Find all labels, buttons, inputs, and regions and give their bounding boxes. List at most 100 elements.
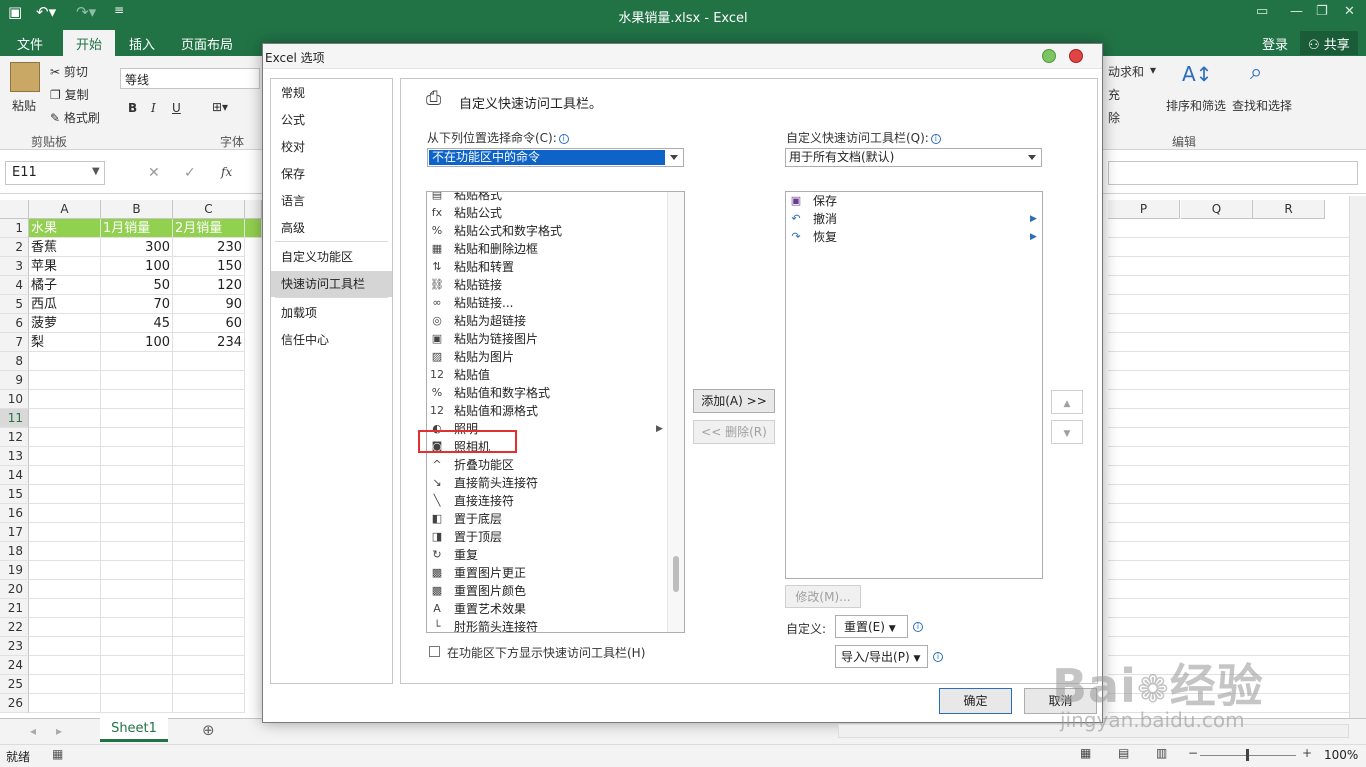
grid-row-right[interactable] <box>1108 409 1349 428</box>
commands-scrollbar-thumb[interactable] <box>673 556 679 592</box>
command-item[interactable]: 12 粘贴值和源格式 <box>427 402 665 420</box>
command-item[interactable]: ↻ 重复 <box>427 546 665 564</box>
table-cell[interactable]: 120 <box>173 276 245 295</box>
add-sheet-icon[interactable]: ⊕ <box>202 721 215 739</box>
command-item[interactable]: ⇅ 粘贴和转置 <box>427 258 665 276</box>
table-cell[interactable] <box>101 371 173 390</box>
table-cell[interactable] <box>173 428 245 447</box>
customize-qat-dropdown[interactable]: 用于所有文档(默认) <box>785 148 1042 167</box>
table-cell[interactable] <box>173 599 245 618</box>
table-cell[interactable] <box>29 409 101 428</box>
table-cell[interactable] <box>173 504 245 523</box>
table-cell[interactable] <box>173 637 245 656</box>
table-cell[interactable] <box>101 561 173 580</box>
table-cell[interactable]: 50 <box>101 276 173 295</box>
table-cell[interactable] <box>101 618 173 637</box>
table-cell[interactable]: 橘子 <box>29 276 101 295</box>
table-cell[interactable]: 70 <box>101 295 173 314</box>
nav-item-0[interactable]: 常规 <box>271 80 392 106</box>
font-name-input[interactable]: 等线 <box>120 68 260 89</box>
row-header[interactable]: 15 <box>0 485 29 504</box>
sort-filter-label[interactable]: 排序和筛选 <box>1166 97 1226 114</box>
column-header[interactable] <box>245 200 262 219</box>
column-header[interactable]: C <box>173 200 245 219</box>
grid-row-right[interactable] <box>1108 447 1349 466</box>
cancel-formula-icon[interactable]: ✕ <box>148 165 160 181</box>
underline-button[interactable]: U <box>172 101 181 115</box>
row-header[interactable]: 24 <box>0 656 29 675</box>
table-cell[interactable] <box>101 656 173 675</box>
header-cell[interactable] <box>245 219 262 238</box>
table-cell[interactable] <box>29 352 101 371</box>
row-header[interactable]: 2 <box>0 238 29 257</box>
nav-item-3[interactable]: 保存 <box>271 161 392 187</box>
command-item[interactable]: ▩ 重置图片更正 <box>427 564 665 582</box>
table-cell[interactable] <box>29 580 101 599</box>
column-header[interactable]: R <box>1253 200 1325 219</box>
grid-row-right[interactable] <box>1108 428 1349 447</box>
table-cell[interactable] <box>101 428 173 447</box>
row-header[interactable]: 17 <box>0 523 29 542</box>
command-item[interactable]: % 粘贴公式和数字格式 <box>427 222 665 240</box>
table-cell[interactable]: 90 <box>173 295 245 314</box>
table-cell[interactable] <box>29 428 101 447</box>
table-cell[interactable]: 苹果 <box>29 257 101 276</box>
scroll-right-icon[interactable]: ▸ <box>56 724 62 738</box>
clear-button[interactable]: 除 <box>1108 109 1120 126</box>
macro-record-icon[interactable]: ▦ <box>52 747 63 761</box>
dialog-help-icon[interactable] <box>1042 49 1056 63</box>
row-header[interactable]: 10 <box>0 390 29 409</box>
enter-formula-icon[interactable]: ✓ <box>184 165 196 181</box>
paste-label[interactable]: 粘贴 <box>12 97 36 114</box>
nav-item-5[interactable]: 高级 <box>271 215 392 241</box>
command-item[interactable]: ▨ 粘贴为图片 <box>427 348 665 366</box>
row-header[interactable]: 26 <box>0 694 29 713</box>
find-select-label[interactable]: 查找和选择 <box>1232 97 1292 114</box>
ribbon-options-icon[interactable]: ▭ <box>1256 4 1268 19</box>
row-header[interactable]: 19 <box>0 561 29 580</box>
row-header[interactable]: 7 <box>0 333 29 352</box>
table-cell[interactable] <box>173 618 245 637</box>
command-item[interactable]: A 重置艺术效果 <box>427 600 665 618</box>
table-cell[interactable] <box>101 390 173 409</box>
table-cell[interactable] <box>173 409 245 428</box>
command-item[interactable]: % 粘贴值和数字格式 <box>427 384 665 402</box>
table-cell[interactable] <box>29 656 101 675</box>
command-item[interactable]: ▩ 重置图片颜色 <box>427 582 665 600</box>
copy-button[interactable]: ❐ 复制 <box>50 86 89 103</box>
table-cell[interactable]: 梨 <box>29 333 101 352</box>
border-icon[interactable]: ⊞▾ <box>212 100 228 114</box>
grid-row-right[interactable] <box>1108 371 1349 390</box>
format-painter-button[interactable]: ✎ 格式刷 <box>50 109 100 126</box>
table-cell[interactable] <box>101 580 173 599</box>
table-cell[interactable] <box>101 409 173 428</box>
table-cell[interactable] <box>29 371 101 390</box>
remove-button[interactable]: << 删除(R) <box>693 420 775 444</box>
grid-row-right[interactable] <box>1108 238 1349 257</box>
tab-home[interactable]: 开始 <box>63 30 116 56</box>
grid-row-right[interactable] <box>1108 618 1349 637</box>
table-cell[interactable] <box>29 618 101 637</box>
table-cell[interactable]: 菠萝 <box>29 314 101 333</box>
page-break-view-icon[interactable]: ▥ <box>1156 746 1167 760</box>
grid-row-right[interactable] <box>1108 314 1349 333</box>
modify-button[interactable]: 修改(M)... <box>785 585 861 608</box>
qat-item[interactable]: ↶ 撤消 ▶ <box>786 210 1042 228</box>
row-header[interactable]: 13 <box>0 447 29 466</box>
row-header[interactable]: 8 <box>0 352 29 371</box>
nav-item-8[interactable]: 加载项 <box>271 300 392 326</box>
table-cell[interactable] <box>29 485 101 504</box>
formula-input[interactable] <box>1108 161 1358 185</box>
table-cell[interactable] <box>173 485 245 504</box>
table-cell[interactable] <box>101 599 173 618</box>
commands-scrollbar[interactable] <box>667 192 684 632</box>
grid-row-right[interactable] <box>1108 352 1349 371</box>
command-item[interactable]: ▤ 粘贴格式 <box>427 192 665 204</box>
column-header[interactable]: Q <box>1181 200 1253 219</box>
table-cell[interactable]: 230 <box>173 238 245 257</box>
table-cell[interactable] <box>101 542 173 561</box>
row-header[interactable]: 20 <box>0 580 29 599</box>
row-header[interactable]: 18 <box>0 542 29 561</box>
table-cell[interactable] <box>173 352 245 371</box>
sheet-tab[interactable]: Sheet1 <box>100 718 168 742</box>
